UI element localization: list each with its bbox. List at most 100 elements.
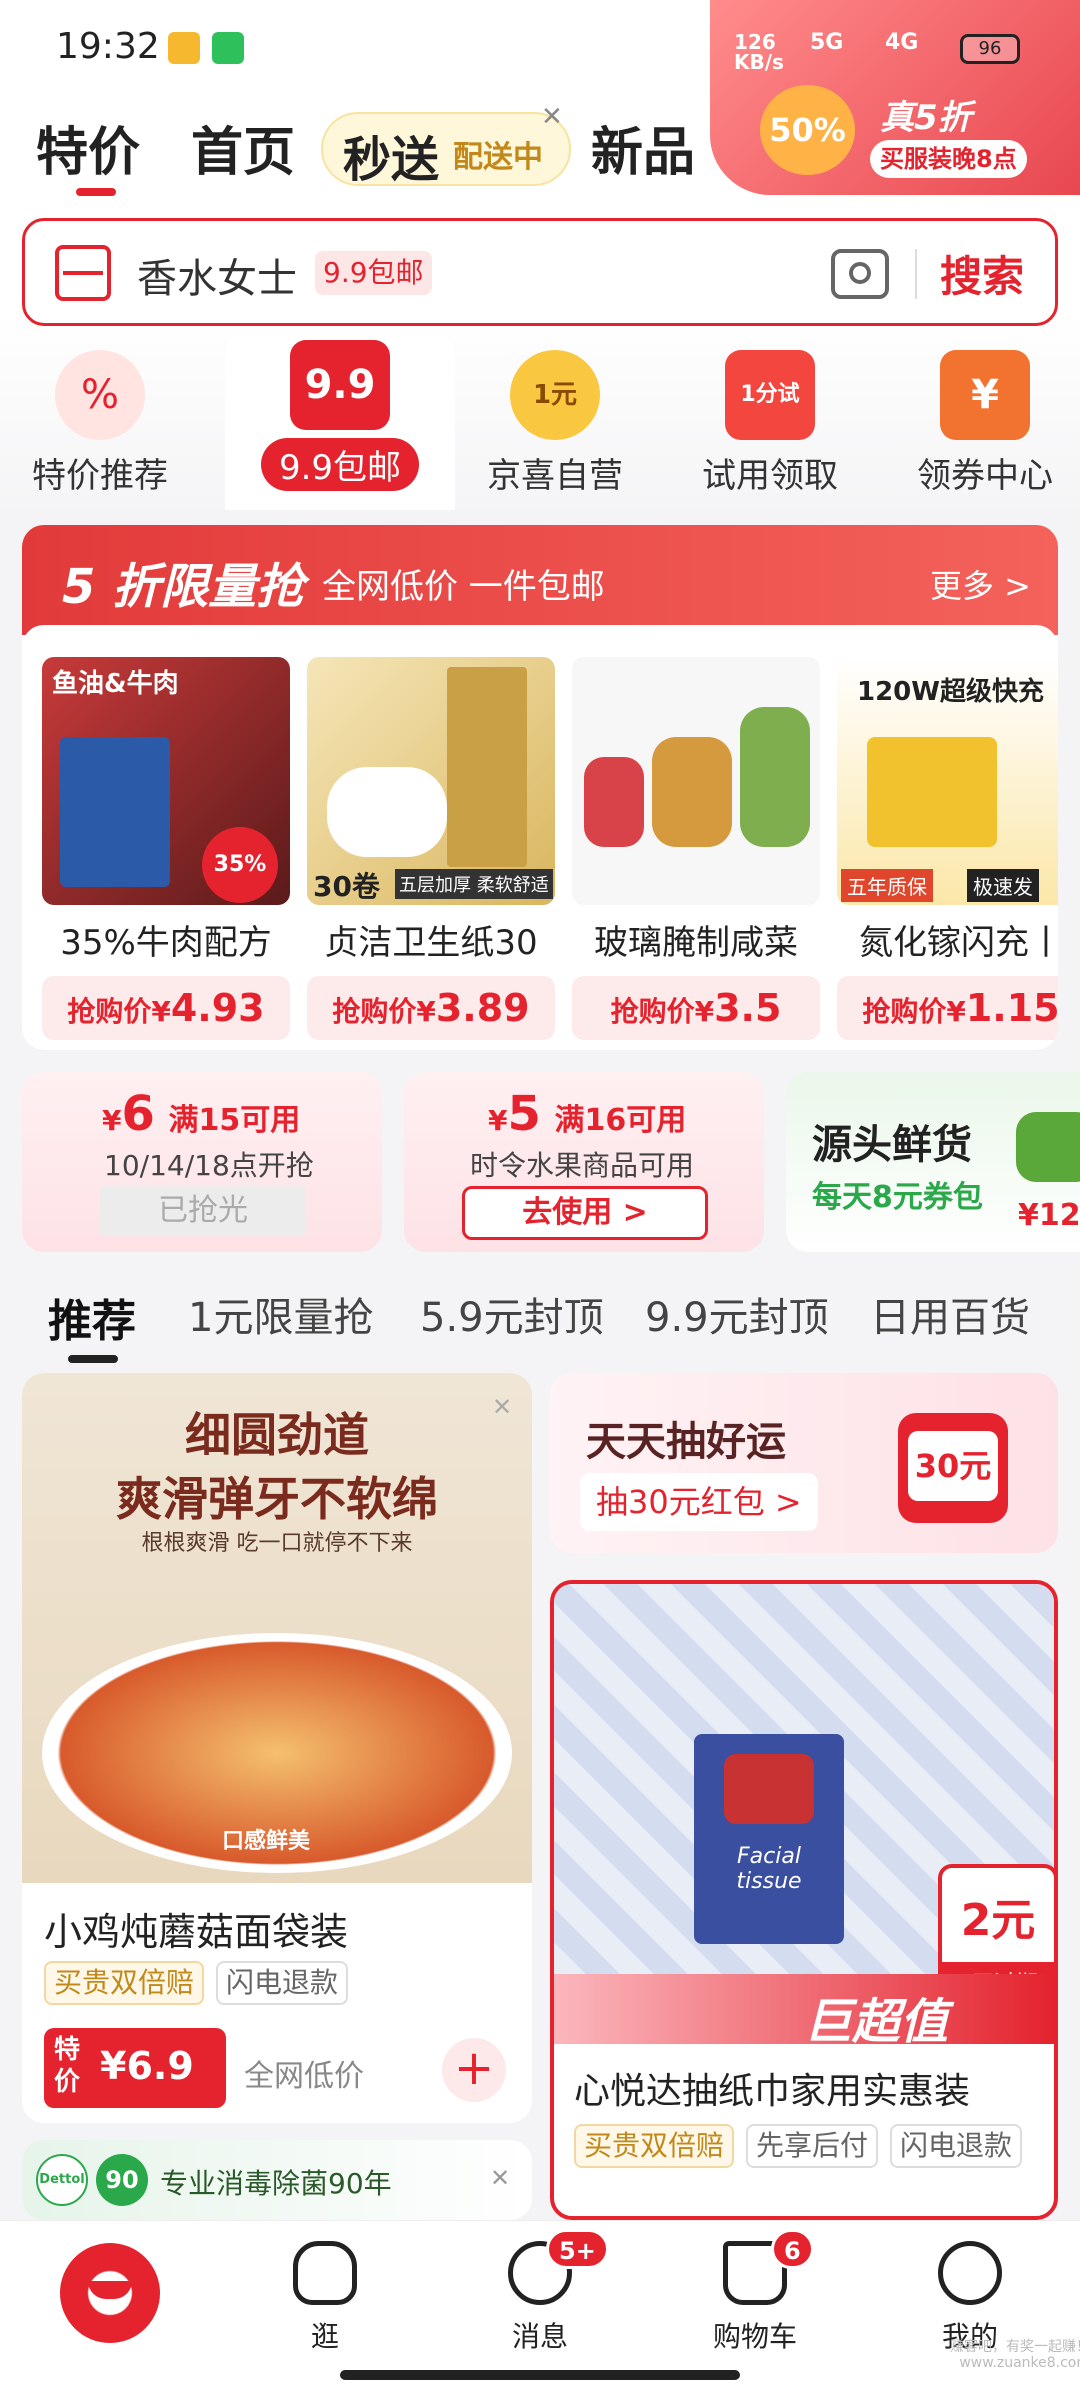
nav-browse[interactable]: 逛 — [245, 2241, 405, 2355]
active-tab-indicator — [76, 188, 116, 196]
lucky-button[interactable]: 抽30元红包 > — [580, 1473, 818, 1531]
noodle-stamp: 口感鲜美 — [222, 1829, 311, 1854]
tab-new[interactable]: 新品 — [591, 110, 695, 185]
sold-out-button[interactable]: 已抢光 — [100, 1186, 306, 1236]
tissue-banner: 巨超值 — [554, 1974, 1054, 2050]
feed-tab-9-9[interactable]: 9.9元封顶 — [645, 1285, 829, 1343]
status-time: 19:32 — [56, 26, 160, 67]
add-cart-button[interactable]: + — [442, 2038, 506, 2102]
flash-product[interactable]: 30卷 五层加厚 柔软舒适 贞洁卫生纸30 抢购价¥3.89 — [307, 657, 555, 1040]
flash-sale-subtitle: 全网低价 一件包邮 — [322, 567, 605, 607]
tab-seckill[interactable]: 秒送 配送中 — [321, 112, 571, 188]
red-envelope-amount: 30元 — [908, 1431, 998, 1501]
message-badge: 5+ — [546, 2229, 609, 2269]
tag-double-refund: 买贵双倍赔 — [44, 1961, 205, 2005]
category-coupon-center[interactable]: ¥ 领券中心 — [885, 340, 1080, 497]
fresh-goods-card[interactable]: 源头鲜货 每天8元券包 ¥12. — [786, 1072, 1080, 1252]
flash-sale-header: 5 折限量抢 全网低价 一件包邮 更多 > — [22, 525, 1058, 635]
coupon-card[interactable]: ¥6 满15可用 10/14/18点开抢 已抢光 — [22, 1072, 382, 1252]
product-image-text: 120W超级快充 — [857, 677, 1044, 707]
feed-tab-recommend[interactable]: 推荐 — [48, 1285, 136, 1349]
flash-sale-more[interactable]: 更多 > — [930, 561, 1031, 607]
product-image-badge: 五年质保 — [841, 869, 933, 902]
promo-subtitle: 买服装晚8点 — [870, 140, 1027, 178]
product-name: 心悦达抽纸巾家用实惠装 — [574, 2071, 971, 2112]
profile-icon — [938, 2241, 1002, 2305]
flash-sale-section: 5 折限量抢 全网低价 一件包邮 更多 > 鱼油&牛肉 35% 35%牛肉配方 … — [22, 525, 1058, 1050]
camera-icon[interactable] — [831, 249, 889, 299]
tag-fast-refund: 闪电退款 — [216, 1961, 349, 2005]
flash-sale-title: 5 折限量抢 — [62, 559, 305, 615]
close-icon[interactable]: ✕ — [492, 1393, 512, 1421]
fresh-desc: 每天8元券包 — [812, 1180, 983, 1215]
search-input[interactable]: 香水女士 — [137, 246, 297, 304]
scan-icon[interactable] — [55, 245, 111, 301]
dettol-ad-card[interactable]: Dettol 90 专业消毒除菌90年 ✕ — [22, 2140, 532, 2220]
browse-icon — [293, 2241, 357, 2305]
search-button[interactable]: 搜索 — [940, 243, 1024, 304]
lucky-draw-card[interactable]: 天天抽好运 抽30元红包 > 30元 — [550, 1373, 1058, 1553]
coupon-condition: 满16可用 — [554, 1103, 687, 1138]
tissue-brand-text: Facial tissue — [736, 1844, 802, 1894]
coupon-card[interactable]: ¥5 满16可用 时令水果商品可用 去使用 > — [404, 1072, 764, 1252]
network-5g: 5G — [810, 30, 844, 55]
product-tags: 买贵双倍赔 闪电退款 — [44, 1961, 360, 2005]
tag-fast-refund: 闪电退款 — [890, 2124, 1023, 2168]
product-name: 玻璃腌制咸菜 — [594, 923, 798, 963]
nav-cart[interactable]: 购物车 6 — [675, 2229, 835, 2355]
feed-tab-1yuan[interactable]: 1元限量抢 — [188, 1285, 373, 1343]
nav-profile[interactable]: 我的 — [890, 2241, 1050, 2355]
dettol-text: 专业消毒除菌90年 — [160, 2167, 392, 2200]
cart-badge: 6 — [771, 2229, 814, 2269]
product-name: 35%牛肉配方 — [60, 923, 272, 963]
product-tags: 买贵双倍赔 先享后付 闪电退款 — [574, 2124, 1034, 2168]
product-name: 氮化镓闪充丨 — [859, 923, 1058, 963]
years-badge: 90 — [96, 2154, 148, 2206]
notes-app-icon — [168, 32, 200, 64]
flash-product[interactable]: 鱼油&牛肉 35% 35%牛肉配方 抢购价¥4.93 — [42, 657, 290, 1040]
nav-label: 消息 — [511, 2320, 568, 2353]
category-label: 试用领取 — [702, 456, 838, 496]
product-image-text: 五层加厚 柔软舒适 — [395, 869, 553, 899]
feed-tab-indicator — [68, 1355, 118, 1363]
feed-tab-5-9[interactable]: 5.9元封顶 — [420, 1285, 604, 1343]
tag-double-refund: 买贵双倍赔 — [574, 2124, 735, 2168]
red-box-icon: 9.9 — [290, 340, 390, 430]
network-speed: 126 KB/s — [734, 30, 784, 74]
feed-tab-daily[interactable]: 日用百货 — [870, 1285, 1030, 1343]
category-deal-recommend[interactable]: % 特价推荐 — [0, 340, 200, 497]
category-jingxi[interactable]: 1元 京喜自营 — [455, 340, 655, 497]
product-price: ¥6.9 — [100, 2044, 194, 2088]
coupon-icon: ¥ — [940, 350, 1030, 440]
tissue-image: Facial tissue 2元 1天过期 巨超值 — [554, 1584, 1054, 2050]
category-9-9[interactable]: 9.9 9.9包邮 — [230, 330, 450, 491]
category-trial[interactable]: 1分试 试用领取 — [670, 340, 870, 497]
coupon-amount: 5 — [507, 1086, 541, 1142]
tab-home[interactable]: 首页 — [191, 110, 295, 185]
close-icon[interactable]: ✕ — [541, 102, 563, 132]
use-coupon-button[interactable]: 去使用 > — [462, 1186, 708, 1240]
search-bar[interactable]: 香水女士 9.9包邮 搜索 — [22, 218, 1058, 326]
nav-label: 逛 — [310, 2320, 339, 2353]
promo-banner[interactable]: 126 KB/s 5G 4G 96 50% 真5折 买服装晚8点 — [710, 0, 1080, 195]
product-price: 抢购价¥3.89 — [307, 976, 555, 1040]
tag-pay-later: 先享后付 — [746, 2124, 879, 2168]
product-price: 抢购价¥3.5 — [572, 976, 820, 1040]
home-indicator — [340, 2370, 740, 2380]
nav-messages[interactable]: 消息 5+ — [460, 2229, 620, 2355]
seckill-badge: 配送中 — [453, 140, 543, 175]
product-card-noodle[interactable]: 细圆劲道 爽滑弹牙不软绵 根根爽滑 吃一口就停不下来 口感鲜美 ✕ 小鸡炖蘑菇面… — [22, 1373, 532, 2123]
flash-product[interactable]: 玻璃腌制咸菜 抢购价¥3.5 — [572, 657, 820, 1040]
price-box: 特价 ¥6.9 — [44, 2028, 226, 2108]
close-icon[interactable]: ✕ — [490, 2164, 510, 2192]
flash-product[interactable]: 120W超级快充 五年质保 极速发 氮化镓闪充丨 抢购价¥1.15 — [837, 657, 1058, 1040]
search-divider — [915, 249, 917, 299]
mascot-icon[interactable] — [60, 2243, 160, 2343]
network-4g: 4G — [885, 30, 919, 55]
promo-pct: 50% — [760, 85, 855, 175]
coupon-desc: 10/14/18点开抢 — [104, 1149, 314, 1182]
product-name: 贞洁卫生纸30 — [324, 923, 538, 963]
tab-deal[interactable]: 特价 — [36, 110, 140, 185]
product-card-tissue[interactable]: Facial tissue 2元 1天过期 巨超值 心悦达抽纸巾家用实惠装 买贵… — [550, 1580, 1058, 2220]
battery-indicator: 96 — [960, 34, 1020, 64]
